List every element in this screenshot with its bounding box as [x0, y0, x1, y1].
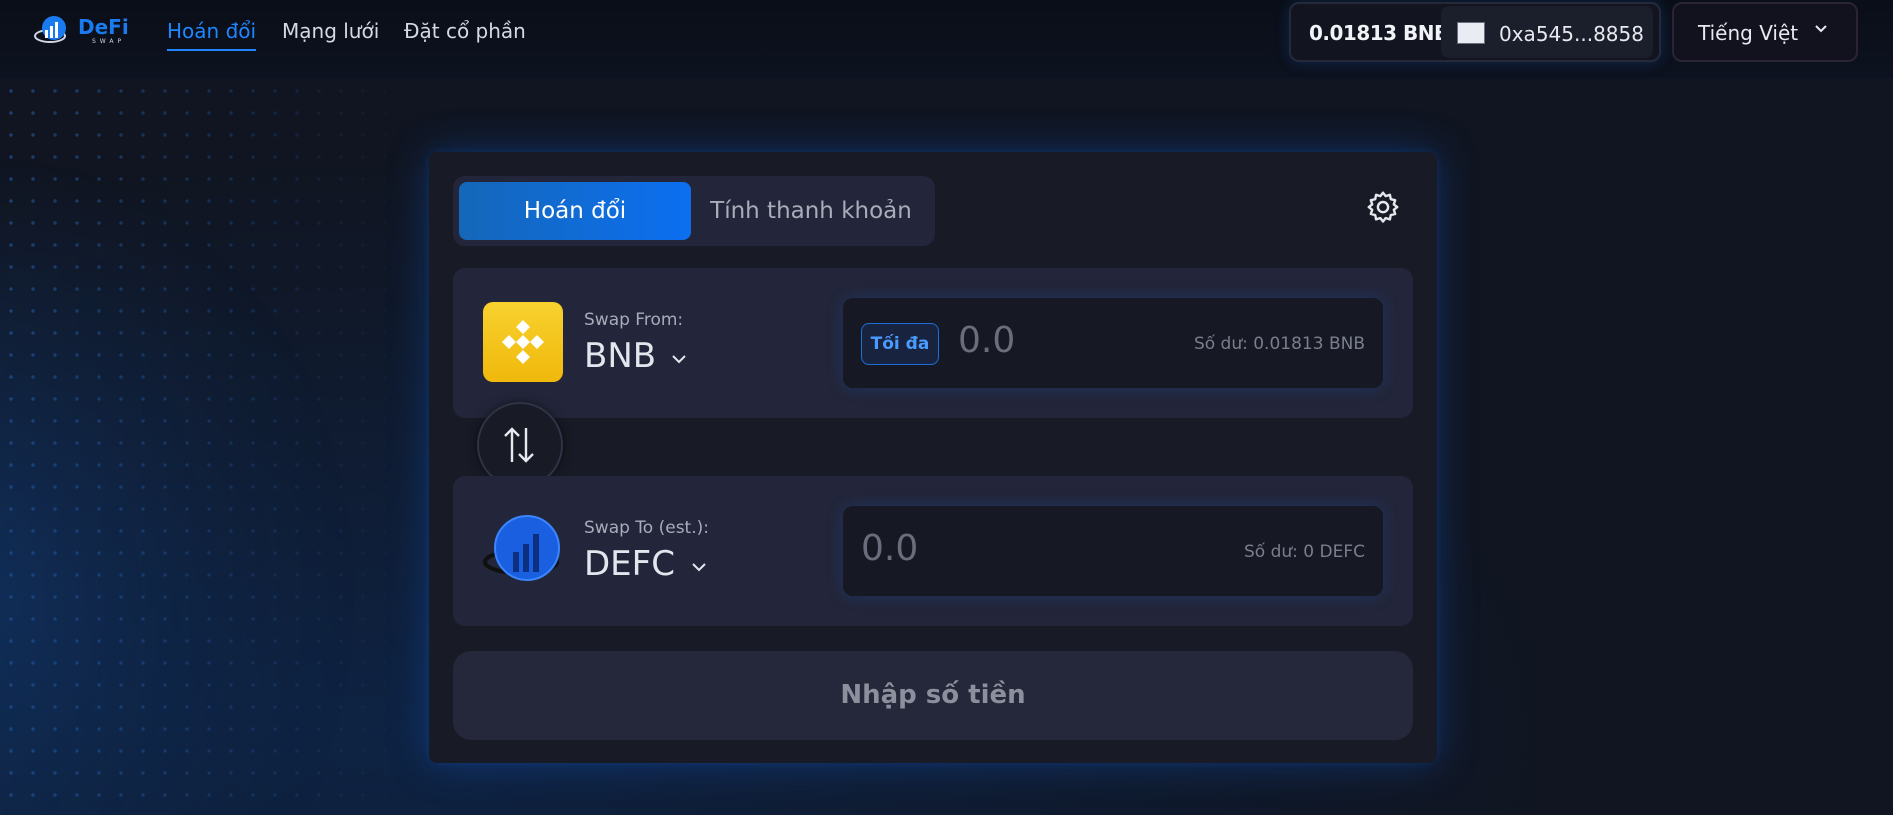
top-header: DeFi SWAP Hoán đổi Mạng lưới Đặt cổ phần…: [0, 0, 1893, 78]
tab-swap[interactable]: Hoán đổi: [459, 182, 691, 240]
logo-text: DeFi: [78, 14, 129, 39]
chevron-down-icon[interactable]: [671, 353, 687, 365]
language-selector[interactable]: Tiếng Việt: [1672, 2, 1858, 62]
swap-tabs: Hoán đổi Tính thanh khoản: [453, 176, 935, 246]
swap-to-panel: Swap To (est.): DEFC 0.0 Số dư: 0 DEFC: [453, 476, 1413, 626]
from-token-selector[interactable]: BNB: [584, 336, 656, 376]
swap-to-label: Swap To (est.):: [584, 518, 709, 538]
enter-amount-button[interactable]: Nhập số tiền: [453, 651, 1413, 740]
nav-swap[interactable]: Hoán đổi: [167, 19, 257, 51]
to-amount-box: 0.0 Số dư: 0 DEFC: [843, 506, 1383, 596]
broken-image-icon: [1457, 22, 1485, 44]
chevron-down-icon: [1815, 25, 1827, 33]
to-amount-input[interactable]: 0.0: [861, 528, 918, 569]
to-balance: Số dư: 0 DEFC: [1244, 542, 1365, 562]
from-amount-box: Tối đa 0.0 Số dư: 0.01813 BNB: [843, 298, 1383, 388]
language-label: Tiếng Việt: [1698, 21, 1799, 45]
settings-gear-icon[interactable]: [1365, 190, 1401, 226]
to-token-selector[interactable]: DEFC: [584, 544, 675, 584]
tab-liquidity[interactable]: Tính thanh khoản: [691, 182, 931, 240]
nav-network[interactable]: Mạng lưới: [282, 19, 379, 49]
swap-from-label: Swap From:: [584, 310, 684, 330]
logo-icon: [34, 16, 66, 43]
nav-staking[interactable]: Đặt cổ phần: [404, 19, 526, 49]
bnb-icon: [483, 302, 563, 382]
wallet-address: 0xa545...8858: [1499, 22, 1644, 46]
wallet-address-button[interactable]: 0xa545...8858: [1441, 6, 1653, 58]
from-balance: Số dư: 0.01813 BNB: [1193, 334, 1365, 354]
from-amount-input[interactable]: 0.0: [958, 320, 1015, 361]
background-dot-pattern: [0, 80, 430, 815]
logo-subtext: SWAP: [92, 37, 126, 45]
defi-swap-logo[interactable]: DeFi SWAP: [34, 14, 130, 48]
wallet-balance: 0.01813 BNB: [1309, 21, 1449, 45]
wallet-box: 0.01813 BNB 0xa545...8858: [1289, 2, 1661, 62]
swap-direction-icon: [504, 427, 534, 463]
swap-from-panel: Swap From: BNB Tối đa 0.0 Số dư: 0.01813…: [453, 268, 1413, 418]
defc-icon: [483, 510, 563, 590]
chevron-down-icon[interactable]: [691, 561, 707, 573]
max-button[interactable]: Tối đa: [861, 323, 939, 365]
swap-card: Hoán đổi Tính thanh khoản Swap From: BNB: [429, 152, 1437, 763]
